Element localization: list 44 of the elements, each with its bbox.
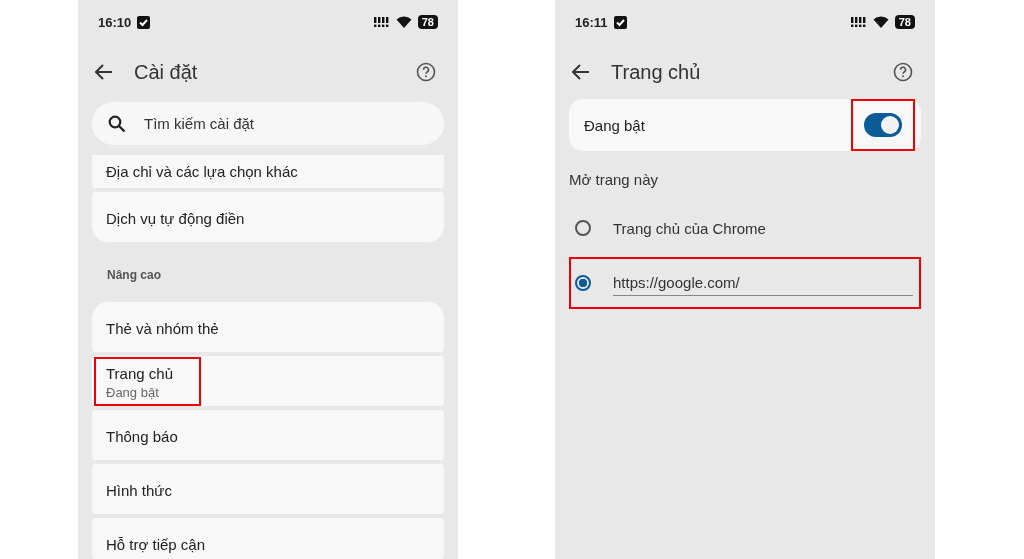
option-label: Trang chủ của Chrome (613, 219, 766, 237)
settings-item[interactable]: Dịch vụ tự động điền (92, 192, 444, 242)
help-icon[interactable] (416, 62, 436, 82)
item-title: Dịch vụ tự động điền (106, 209, 245, 227)
page-title: Cài đặt (134, 60, 198, 84)
section-heading: Nâng cao (106, 267, 162, 284)
settings-item[interactable]: Hỗ trợ tiếp cận (92, 518, 444, 559)
item-title: Hình thức (106, 481, 172, 499)
signal-icon (373, 17, 390, 27)
radio-button[interactable] (575, 275, 591, 291)
settings-item[interactable]: Thẻ và nhóm thẻ (92, 302, 444, 352)
notification-icon (613, 15, 627, 29)
item-title: Địa chỉ và các lựa chọn khác (106, 163, 298, 180)
radio-button[interactable] (575, 220, 591, 236)
back-arrow-icon[interactable] (95, 64, 113, 80)
toggle-label: Đang bật (584, 116, 645, 134)
url-field[interactable]: https://google.com/ (613, 270, 913, 296)
notification-icon (137, 15, 151, 29)
status-time: 16:10 (98, 14, 132, 30)
item-title: Hỗ trợ tiếp cận (106, 535, 206, 553)
battery-indicator: 78 (417, 15, 438, 29)
signal-icon (850, 17, 867, 27)
search-input[interactable]: Tìm kiếm cài đặt (142, 114, 428, 133)
item-subtitle: Đang bật (106, 384, 160, 400)
help-icon[interactable] (893, 62, 913, 82)
search-icon (108, 114, 126, 133)
search-field[interactable]: Tìm kiếm cài đặt (92, 102, 444, 145)
status-time: 16:11 (575, 14, 608, 30)
page-title: Trang chủ (611, 60, 701, 84)
item-title: Trang chủ (106, 364, 173, 382)
option-row[interactable]: Trang chủ của Chrome (569, 202, 921, 254)
settings-item[interactable]: Địa chỉ và các lựa chọn khác (92, 155, 444, 188)
item-title: Thông báo (106, 427, 178, 445)
back-arrow-icon[interactable] (572, 64, 590, 80)
settings-item[interactable]: Trang chủ Đang bật (92, 356, 444, 406)
wifi-icon (395, 16, 412, 28)
settings-item[interactable]: Thông báo (92, 410, 444, 460)
item-title: Thẻ và nhóm thẻ (106, 319, 219, 337)
battery-indicator: 78 (894, 15, 915, 29)
option-row[interactable]: https://google.com/ (569, 257, 921, 309)
section-label: Mở trang này (569, 170, 660, 190)
settings-item[interactable]: Hình thức (92, 464, 444, 514)
toggle-switch[interactable] (864, 113, 902, 137)
wifi-icon (872, 16, 889, 28)
